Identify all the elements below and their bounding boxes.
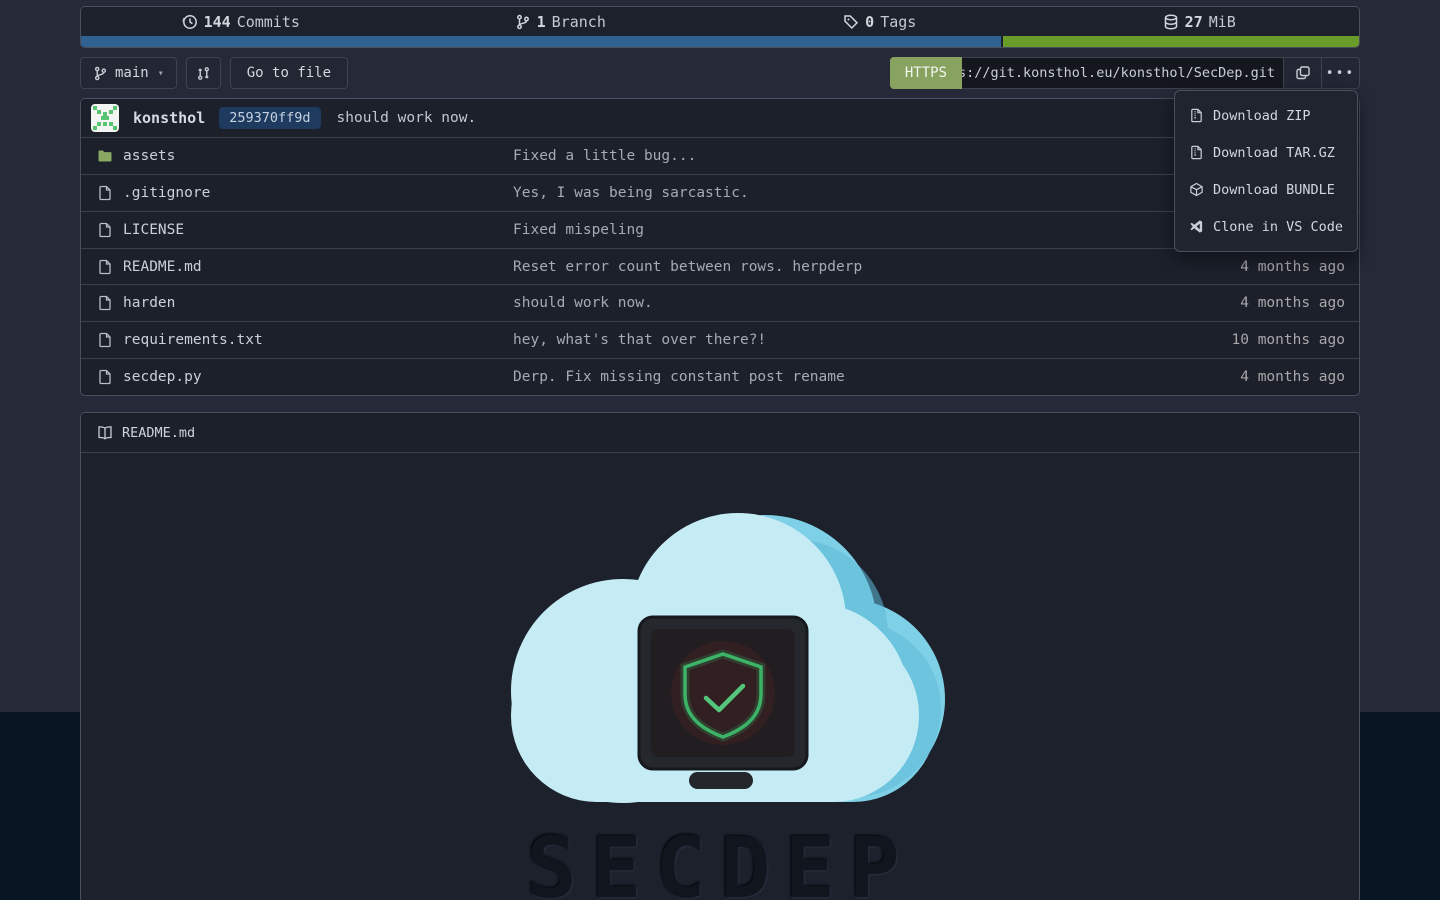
menu-item-label: Download ZIP bbox=[1213, 108, 1311, 124]
go-to-file-label: Go to file bbox=[247, 65, 331, 81]
menu-item-download-targz[interactable]: Download TAR.GZ bbox=[1175, 134, 1357, 171]
files-panel: konsthol 259370ff9d should work now. ass… bbox=[80, 98, 1360, 396]
file-icon bbox=[97, 369, 113, 385]
menu-item-clone-vscode[interactable]: Clone in VS Code bbox=[1175, 208, 1357, 245]
https-label: HTTPS bbox=[905, 65, 947, 81]
clone-url-text: ps://git.konsthol.eu/konsthol/SecDep.git bbox=[962, 65, 1275, 81]
stat-size[interactable]: 27 MiB bbox=[1040, 13, 1360, 31]
compare-icon bbox=[196, 66, 211, 81]
file-icon bbox=[97, 185, 113, 201]
repo-stats-panel: 144 Commits 1 Branch 0 Tags 27 MiB bbox=[80, 6, 1360, 48]
language-segment-green[interactable] bbox=[1003, 36, 1359, 47]
compare-button[interactable] bbox=[186, 57, 221, 89]
package-icon bbox=[1189, 182, 1204, 197]
menu-item-download-zip[interactable]: Download ZIP bbox=[1175, 97, 1357, 134]
file-link[interactable]: LICENSE bbox=[123, 222, 184, 238]
stat-commits[interactable]: 144 Commits bbox=[81, 13, 401, 31]
go-to-file-button[interactable]: Go to file bbox=[230, 57, 348, 89]
file-commit-date: 10 months ago bbox=[1179, 332, 1359, 348]
secdep-logo-text: SECDEP bbox=[526, 819, 913, 900]
file-link[interactable]: secdep.py bbox=[123, 369, 202, 385]
file-commit-date: 4 months ago bbox=[1179, 369, 1359, 385]
branch-icon bbox=[93, 66, 108, 81]
file-icon bbox=[97, 332, 113, 348]
more-options-button[interactable]: ••• bbox=[1322, 57, 1360, 89]
file-row-harden: harden should work now. 4 months ago bbox=[81, 285, 1359, 322]
tags-label: Tags bbox=[880, 13, 916, 31]
file-commit-message[interactable]: Derp. Fix missing constant post rename bbox=[513, 369, 1179, 385]
file-commit-message[interactable]: Fixed mispeling bbox=[513, 222, 1179, 238]
file-commit-message[interactable]: Yes, I was being sarcastic. bbox=[513, 185, 1179, 201]
file-commit-date: 4 months ago bbox=[1179, 259, 1359, 275]
file-icon bbox=[97, 259, 113, 275]
vscode-icon bbox=[1189, 219, 1204, 234]
branch-selector-button[interactable]: main ▾ bbox=[80, 57, 177, 89]
latest-commit-row: konsthol 259370ff9d should work now. bbox=[81, 99, 1359, 138]
clock-icon bbox=[182, 14, 198, 30]
file-row-gitignore: .gitignore Yes, I was being sarcastic. bbox=[81, 175, 1359, 212]
file-commit-date: 4 months ago bbox=[1179, 295, 1359, 311]
stat-branches[interactable]: 1 Branch bbox=[401, 13, 721, 31]
copy-url-button[interactable] bbox=[1284, 57, 1322, 89]
zip-file-icon bbox=[1189, 145, 1204, 160]
file-commit-message[interactable]: should work now. bbox=[513, 295, 1179, 311]
readme-body: SECDEP bbox=[81, 453, 1359, 900]
commits-label: Commits bbox=[237, 13, 300, 31]
language-segment-blue[interactable] bbox=[81, 36, 1001, 47]
clone-url-group: HTTPS ps://git.konsthol.eu/konsthol/SecD… bbox=[890, 57, 1360, 89]
file-row-requirements: requirements.txt hey, what's that over t… bbox=[81, 322, 1359, 359]
size-label: MiB bbox=[1209, 13, 1236, 31]
kebab-icon: ••• bbox=[1326, 66, 1355, 81]
branch-selector-label: main bbox=[115, 65, 149, 81]
avatar[interactable] bbox=[91, 104, 119, 132]
https-protocol-button[interactable]: HTTPS bbox=[890, 57, 962, 89]
menu-item-download-bundle[interactable]: Download BUNDLE bbox=[1175, 171, 1357, 208]
file-row-assets: assets Fixed a little bug... bbox=[81, 138, 1359, 175]
stat-tags[interactable]: 0 Tags bbox=[720, 13, 1040, 31]
branches-count: 1 bbox=[537, 13, 546, 31]
commit-hash-badge[interactable]: 259370ff9d bbox=[219, 107, 320, 129]
file-link[interactable]: requirements.txt bbox=[123, 332, 263, 348]
chevron-down-icon: ▾ bbox=[158, 68, 164, 79]
menu-item-label: Download TAR.GZ bbox=[1213, 145, 1335, 161]
commit-author-link[interactable]: konsthol bbox=[133, 109, 205, 127]
file-link[interactable]: README.md bbox=[123, 259, 202, 275]
repo-toolbar: main ▾ Go to file HTTPS ps://git.konstho… bbox=[80, 57, 1360, 89]
commit-message-link[interactable]: should work now. bbox=[337, 110, 477, 126]
branch-icon bbox=[515, 14, 531, 30]
readme-title: README.md bbox=[122, 425, 195, 441]
clone-dropdown-menu: Download ZIP Download TAR.GZ Download BU… bbox=[1174, 90, 1358, 252]
commits-count: 144 bbox=[204, 13, 231, 31]
readme-panel: README.md bbox=[80, 412, 1360, 900]
branches-label: Branch bbox=[552, 13, 606, 31]
database-icon bbox=[1163, 14, 1179, 30]
secdep-logo-image bbox=[493, 509, 948, 804]
clone-url-input[interactable]: ps://git.konsthol.eu/konsthol/SecDep.git bbox=[962, 57, 1284, 89]
file-link[interactable]: assets bbox=[123, 148, 175, 164]
readme-header: README.md bbox=[81, 413, 1359, 453]
menu-item-label: Clone in VS Code bbox=[1213, 219, 1343, 235]
copy-icon bbox=[1295, 65, 1311, 81]
file-row-secdep: secdep.py Derp. Fix missing constant pos… bbox=[81, 359, 1359, 395]
menu-item-label: Download BUNDLE bbox=[1213, 182, 1335, 198]
folder-icon bbox=[97, 148, 113, 164]
file-link[interactable]: harden bbox=[123, 295, 175, 311]
file-row-readme: README.md Reset error count between rows… bbox=[81, 249, 1359, 286]
file-icon bbox=[97, 295, 113, 311]
file-commit-message[interactable]: Fixed a little bug... bbox=[513, 148, 1179, 164]
zip-file-icon bbox=[1189, 108, 1204, 123]
file-icon bbox=[97, 222, 113, 238]
tag-icon bbox=[843, 14, 859, 30]
book-icon bbox=[97, 425, 113, 441]
file-link[interactable]: .gitignore bbox=[123, 185, 210, 201]
file-commit-message[interactable]: hey, what's that over there?! bbox=[513, 332, 1179, 348]
tags-count: 0 bbox=[865, 13, 874, 31]
size-count: 27 bbox=[1185, 13, 1203, 31]
file-row-license: LICENSE Fixed mispeling bbox=[81, 212, 1359, 249]
language-bar[interactable] bbox=[81, 36, 1359, 47]
file-commit-message[interactable]: Reset error count between rows. herpderp bbox=[513, 259, 1179, 275]
